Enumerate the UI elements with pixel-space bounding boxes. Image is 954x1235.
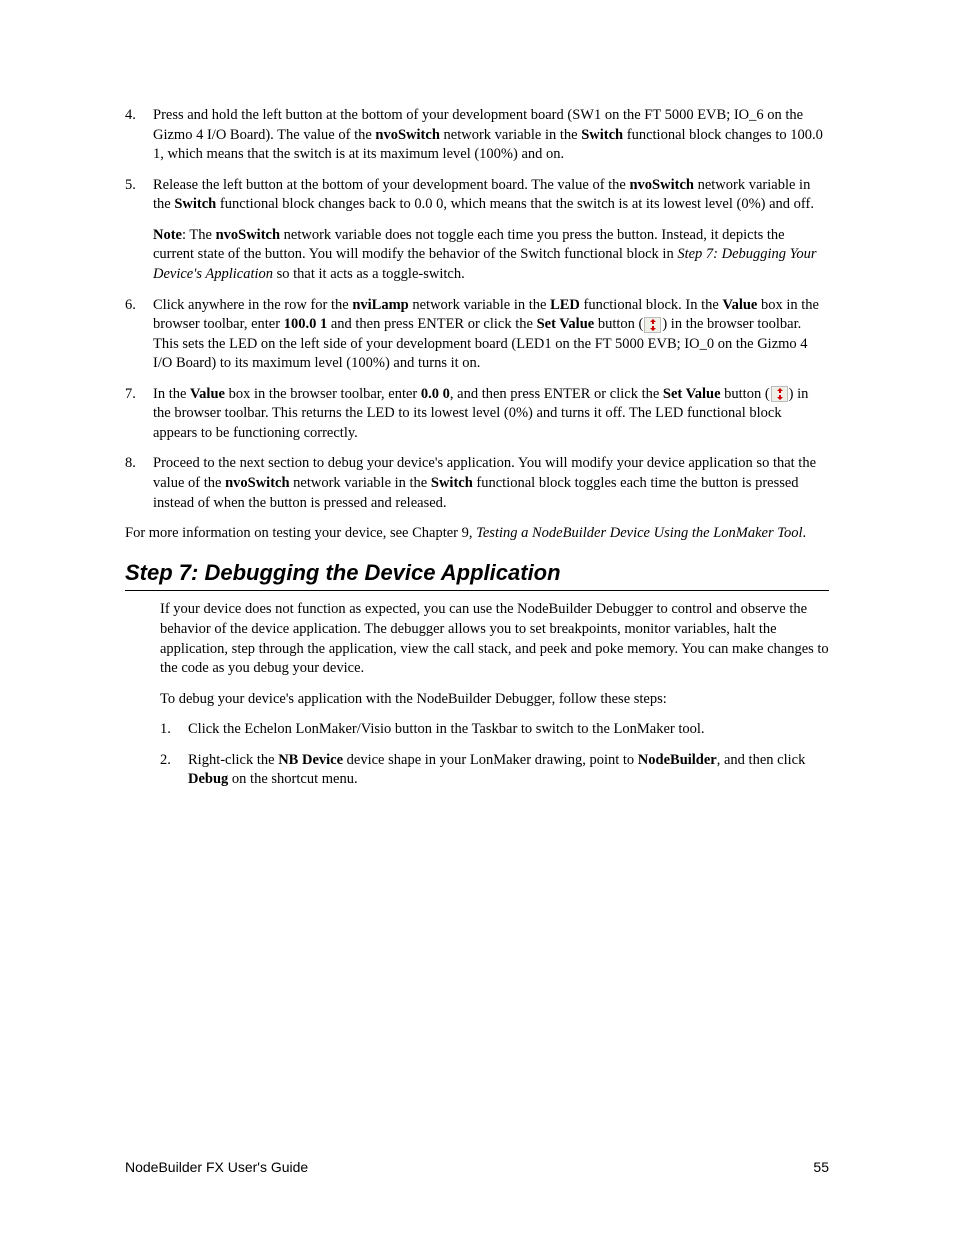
- item-number: 8.: [125, 454, 153, 513]
- set-value-icon: [771, 386, 788, 402]
- sub-item-1: 1. Click the Echelon LonMaker/Visio butt…: [160, 720, 829, 740]
- item-text: Proceed to the next section to debug you…: [153, 454, 829, 513]
- page-number: 55: [813, 1158, 829, 1177]
- item-body: Proceed to the next section to debug you…: [153, 454, 829, 513]
- item-text: Right-click the NB Device device shape i…: [188, 751, 829, 790]
- item-number: 5.: [125, 176, 153, 285]
- list-item-6: 6. Click anywhere in the row for the nvi…: [125, 296, 829, 374]
- item-body: Release the left button at the bottom of…: [153, 176, 829, 285]
- footer-title: NodeBuilder FX User's Guide: [125, 1158, 308, 1177]
- item-text: Click anywhere in the row for the nviLam…: [153, 296, 829, 374]
- list-item-4: 4. Press and hold the left button at the…: [125, 106, 829, 165]
- item-number: 2.: [160, 751, 188, 790]
- section-heading-step7: Step 7: Debugging the Device Application: [125, 558, 829, 592]
- section-body: If your device does not function as expe…: [125, 600, 829, 790]
- sub-item-2: 2. Right-click the NB Device device shap…: [160, 751, 829, 790]
- item-text: Press and hold the left button at the bo…: [153, 106, 829, 165]
- item-number: 6.: [125, 296, 153, 374]
- item-body: Click anywhere in the row for the nviLam…: [153, 296, 829, 374]
- page-content: 4. Press and hold the left button at the…: [125, 106, 829, 790]
- item-text: In the Value box in the browser toolbar,…: [153, 385, 829, 444]
- item-number: 7.: [125, 385, 153, 444]
- instruction-list: 4. Press and hold the left button at the…: [125, 106, 829, 513]
- set-value-icon: [644, 317, 661, 333]
- item-text: Click the Echelon LonMaker/Visio button …: [188, 720, 829, 740]
- item-para-1: Release the left button at the bottom of…: [153, 176, 829, 215]
- section-para-1: If your device does not function as expe…: [160, 600, 829, 678]
- list-item-8: 8. Proceed to the next section to debug …: [125, 454, 829, 513]
- sub-instruction-list: 1. Click the Echelon LonMaker/Visio butt…: [160, 720, 829, 790]
- item-body: Right-click the NB Device device shape i…: [188, 751, 829, 790]
- section-para-2: To debug your device's application with …: [160, 690, 829, 710]
- item-body: In the Value box in the browser toolbar,…: [153, 385, 829, 444]
- page-footer: NodeBuilder FX User's Guide 55: [125, 1158, 829, 1177]
- closing-paragraph: For more information on testing your dev…: [125, 524, 829, 544]
- item-number: 1.: [160, 720, 188, 740]
- list-item-5: 5. Release the left button at the bottom…: [125, 176, 829, 285]
- item-body: Press and hold the left button at the bo…: [153, 106, 829, 165]
- item-para-2: Note: The nvoSwitch network variable doe…: [153, 226, 829, 285]
- item-body: Click the Echelon LonMaker/Visio button …: [188, 720, 829, 740]
- item-number: 4.: [125, 106, 153, 165]
- list-item-7: 7. In the Value box in the browser toolb…: [125, 385, 829, 444]
